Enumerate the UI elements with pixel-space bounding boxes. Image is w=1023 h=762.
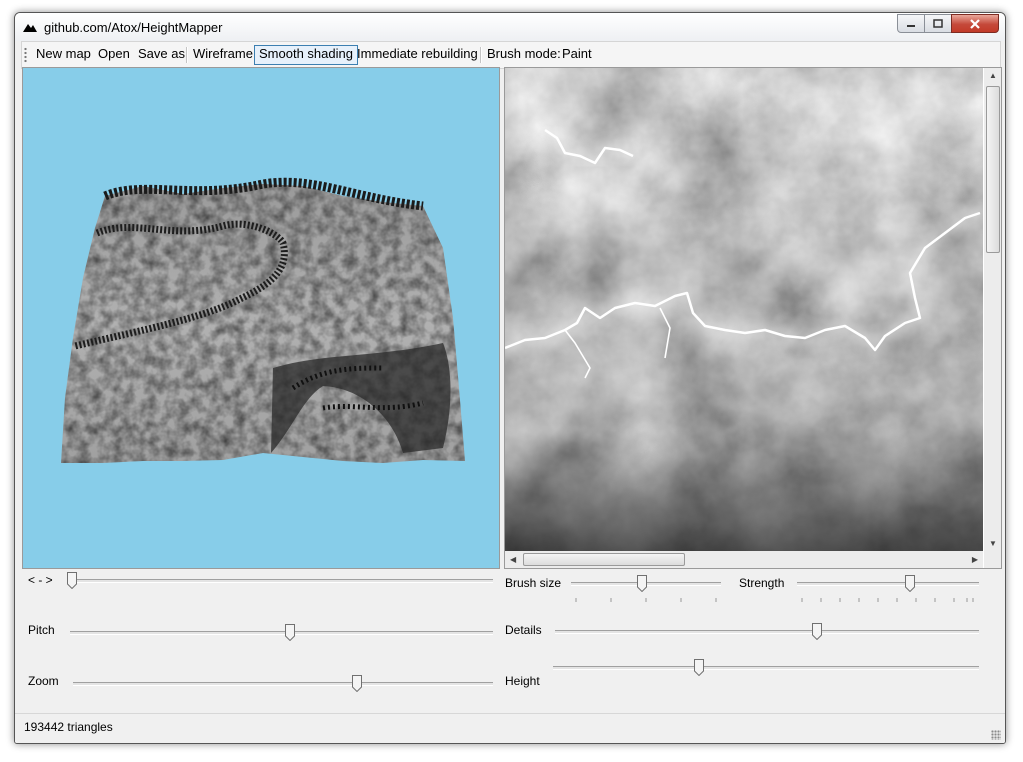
scroll-corner (984, 551, 1001, 568)
height-slider-thumb[interactable] (694, 659, 704, 676)
horizontal-scrollbar[interactable]: ◀ ▶ (505, 551, 983, 568)
brush-mode-dropdown[interactable]: Paint (558, 45, 596, 63)
scroll-up-icon[interactable]: ▲ (989, 71, 997, 80)
pitch-slider[interactable] (70, 623, 493, 643)
brush-size-slider[interactable] (571, 575, 721, 604)
window-title: github.com/Atox/HeightMapper (44, 20, 223, 35)
immediate-rebuilding-button[interactable]: Immediate rebuilding (353, 45, 482, 63)
pitch-slider-thumb[interactable] (285, 624, 295, 641)
maximize-icon (933, 19, 943, 28)
save-as-button[interactable]: Save as (134, 45, 189, 63)
pitch-label: Pitch (28, 623, 55, 637)
vertical-scroll-thumb[interactable] (986, 86, 1000, 253)
title-bar: github.com/Atox/HeightMapper (15, 13, 1005, 41)
triangle-count: 193442 triangles (24, 720, 113, 734)
rotate-slider[interactable] (67, 572, 493, 593)
brush-size-ticks (575, 598, 717, 602)
brush-size-label: Brush size (505, 576, 562, 590)
brush-size-slider-thumb[interactable] (637, 575, 647, 592)
zoom-label: Zoom (28, 674, 59, 688)
rotate-label: < - > (28, 573, 53, 587)
close-button[interactable] (951, 14, 999, 33)
toolbar-separator (480, 47, 482, 63)
vertical-scrollbar[interactable]: ▲ ▼ (984, 68, 1001, 551)
terrain-3d-view[interactable] (22, 67, 500, 569)
toolbar-separator (186, 47, 188, 63)
toolbar: New map Open Save as Wireframe Smooth sh… (21, 41, 1001, 69)
smooth-shading-button[interactable]: Smooth shading (254, 45, 358, 65)
minimize-button[interactable] (897, 14, 925, 33)
details-label: Details (505, 623, 542, 637)
window-controls (897, 14, 999, 33)
wireframe-button[interactable]: Wireframe (189, 45, 257, 63)
scroll-left-icon[interactable]: ◀ (510, 555, 516, 564)
height-label: Height (505, 674, 540, 688)
minimize-icon (907, 24, 915, 27)
rotate-slider-thumb[interactable] (67, 572, 77, 589)
heightmap-canvas[interactable] (505, 68, 983, 551)
zoom-slider-thumb[interactable] (352, 675, 362, 692)
strength-label: Strength (739, 576, 785, 590)
close-icon (970, 18, 980, 29)
resize-grip-icon[interactable] (991, 730, 1001, 740)
strength-slider-thumb[interactable] (905, 575, 915, 592)
open-button[interactable]: Open (94, 45, 134, 63)
main-window: github.com/Atox/HeightMapper New map Ope… (14, 12, 1006, 744)
strength-slider[interactable] (797, 575, 979, 604)
height-slider[interactable] (553, 659, 979, 680)
strength-ticks (801, 598, 974, 602)
terrain-render (61, 177, 465, 463)
brush-mode-label: Brush mode: (487, 46, 561, 61)
toolbar-grip[interactable] (24, 47, 27, 63)
status-bar: 193442 triangles (15, 713, 1005, 743)
horizontal-scroll-thumb[interactable] (523, 553, 685, 566)
app-icon (23, 24, 37, 32)
heightmap-view[interactable]: ▲ ▼ ◀ ▶ (504, 67, 1002, 569)
scroll-right-icon[interactable]: ▶ (972, 555, 978, 564)
details-slider-thumb[interactable] (812, 623, 822, 640)
details-slider[interactable] (555, 622, 979, 642)
maximize-button[interactable] (924, 14, 952, 33)
new-map-button[interactable]: New map (32, 45, 95, 63)
zoom-slider[interactable] (73, 674, 493, 694)
scroll-down-icon[interactable]: ▼ (989, 539, 997, 548)
